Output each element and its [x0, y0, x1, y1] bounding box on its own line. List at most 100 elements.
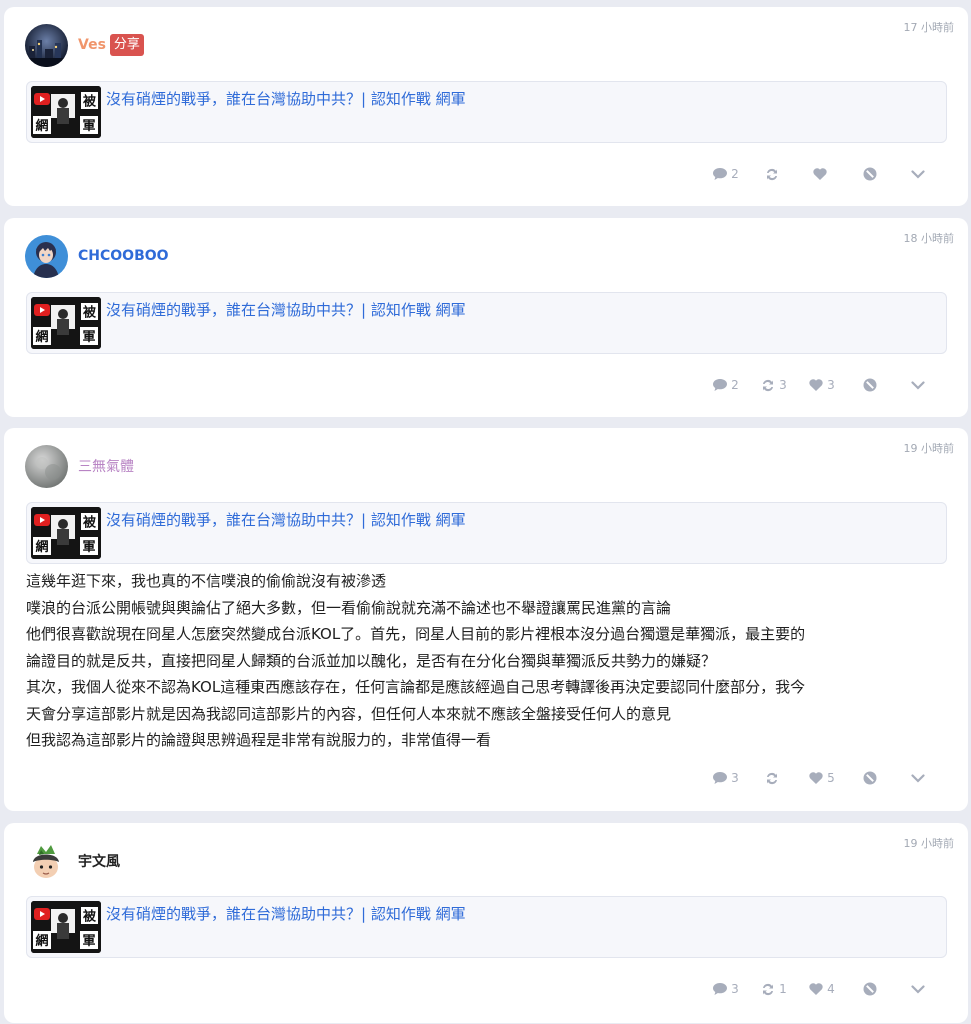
thumb-char-right: 軍 — [82, 934, 95, 949]
comment-button[interactable]: 2 — [702, 164, 750, 184]
post-text-line: 天會分享這部影片就是因為我認同這部影片的內容，但任何人本來就不應該全盤接受任何人… — [26, 704, 672, 723]
author-name[interactable]: 三無氣體 — [78, 456, 134, 476]
repost-button[interactable]: 1 — [750, 979, 798, 999]
mute-button[interactable] — [846, 768, 894, 788]
thumb-char-right: 軍 — [82, 119, 95, 134]
author-name[interactable]: CHCOOBOO — [78, 248, 169, 264]
thumb-char-right: 軍 — [82, 540, 95, 555]
thumb-char-top: 被 — [82, 909, 97, 925]
chevron-down-icon — [911, 984, 925, 994]
post-actions: 3 1 4 — [702, 979, 942, 999]
mute-button[interactable] — [846, 164, 894, 184]
post-text-line: 但我認為這部影片的論證與思辨過程是非常有說服力的，非常值得一看 — [26, 731, 492, 749]
comment-count: 3 — [731, 982, 739, 996]
link-title[interactable]: 沒有硝煙的戰爭，誰在台灣協助中共？| 認知作戰 網軍 — [106, 299, 466, 320]
link-title[interactable]: 沒有硝煙的戰爭，誰在台灣協助中共？| 認知作戰 網軍 — [106, 903, 466, 924]
avatar[interactable] — [25, 234, 68, 278]
like-button[interactable] — [798, 164, 846, 184]
mute-button[interactable] — [846, 979, 894, 999]
post-text-line: 其次，我個人從來不認為KOL這種東西應該存在，任何言論都是應該經過自己思考轉譯後… — [26, 678, 806, 696]
repost-count: 1 — [779, 982, 787, 996]
comment-icon — [713, 168, 728, 180]
avatar[interactable] — [25, 444, 68, 488]
comment-count: 3 — [731, 771, 739, 785]
link-title[interactable]: 沒有硝煙的戰爭，誰在台灣協助中共？| 認知作戰 網軍 — [106, 509, 466, 530]
thumb-char-right: 軍 — [82, 330, 95, 345]
share-badge: 分享 — [109, 34, 144, 56]
link-title[interactable]: 沒有硝煙的戰爭，誰在台灣協助中共？| 認知作戰 網軍 — [106, 88, 466, 109]
post-header: 宇文風 — [25, 839, 120, 883]
video-thumbnail[interactable]: 被 網 軍 — [31, 901, 101, 953]
author-name[interactable]: Ves — [78, 37, 106, 53]
more-button[interactable] — [894, 164, 942, 184]
post-text-line: 這幾年逛下來，我也真的不信噗浪的偷偷說沒有被滲透 — [26, 572, 387, 590]
link-preview[interactable]: 被 網 軍 沒有硝煙的戰爭，誰在台灣協助中共？| 認知作戰 網軍 — [26, 292, 947, 354]
video-thumbnail[interactable]: 被 網 軍 — [31, 507, 101, 559]
post-actions: 3 5 — [702, 768, 942, 788]
repost-icon — [767, 772, 777, 784]
avatar[interactable] — [25, 839, 68, 883]
post-body: 這幾年逛下來，我也真的不信噗浪的偷偷說沒有被滲透 噗浪的台派公開帳號與輿論佔了絕… — [26, 568, 946, 754]
link-preview[interactable]: 被 網 軍 沒有硝煙的戰爭，誰在台灣協助中共？| 認知作戰 網軍 — [26, 81, 947, 143]
repost-button[interactable] — [750, 164, 798, 184]
repost-icon — [763, 983, 774, 995]
comment-count: 2 — [731, 167, 739, 181]
comment-button[interactable]: 3 — [702, 979, 750, 999]
post-card: 17 小時前 Ves 分享 被 網 軍 沒有硝煙的戰爭，誰在台灣協助中共？| 認… — [4, 7, 968, 206]
post-text-line: 他們很喜歡說現在冏星人怎麼突然變成台派KOL了。首先，冏星人目前的影片裡根本沒分… — [26, 625, 806, 643]
post-header: 三無氣體 — [25, 444, 134, 488]
post-card: 18 小時前 CHCOOBOO 被 網 軍 沒有硝煙的戰爭，誰在台灣協助中共？|… — [4, 218, 968, 417]
more-button[interactable] — [894, 375, 942, 395]
comment-button[interactable]: 3 — [702, 768, 750, 788]
thumb-char-top: 被 — [82, 515, 97, 531]
video-thumbnail[interactable]: 被 網 軍 — [31, 86, 101, 138]
heart-icon — [809, 379, 823, 391]
post-card: 19 小時前 宇文風 被 網 軍 沒有硝煙的戰爭，誰在台灣協助中共？| 認知作戰… — [4, 823, 968, 1023]
like-button[interactable]: 5 — [798, 768, 846, 788]
post-actions: 2 — [702, 164, 942, 184]
link-preview[interactable]: 被 網 軍 沒有硝煙的戰爭，誰在台灣協助中共？| 認知作戰 網軍 — [26, 896, 947, 958]
link-preview[interactable]: 被 網 軍 沒有硝煙的戰爭，誰在台灣協助中共？| 認知作戰 網軍 — [26, 502, 947, 564]
mute-button[interactable] — [846, 375, 894, 395]
like-count: 4 — [827, 982, 835, 996]
post-card: 19 小時前 三無氣體 被 網 軍 沒有硝煙的戰爭，誰在台灣協助中共？| 認知作… — [4, 428, 968, 811]
mute-icon — [863, 167, 877, 181]
thumb-char-left: 網 — [35, 329, 48, 345]
repost-icon — [767, 168, 777, 180]
thumb-char-top: 被 — [82, 305, 97, 321]
plurk-feed: 17 小時前 Ves 分享 被 網 軍 沒有硝煙的戰爭，誰在台灣協助中共？| 認… — [0, 0, 971, 1024]
more-button[interactable] — [894, 979, 942, 999]
comment-icon — [713, 379, 728, 391]
repost-icon — [763, 379, 774, 391]
post-time: 17 小時前 — [903, 21, 955, 34]
repost-button[interactable] — [750, 768, 798, 788]
repost-button[interactable]: 3 — [750, 375, 798, 395]
post-time: 19 小時前 — [903, 442, 955, 455]
heart-icon — [813, 168, 827, 180]
post-header: Ves 分享 — [25, 23, 144, 67]
like-button[interactable]: 3 — [798, 375, 846, 395]
chevron-down-icon — [911, 773, 925, 783]
mute-icon — [863, 378, 877, 392]
chevron-down-icon — [911, 380, 925, 390]
post-actions: 2 3 3 — [702, 375, 942, 395]
chevron-down-icon — [911, 169, 925, 179]
post-text-line: 噗浪的台派公開帳號與輿論佔了絕大多數，但一看偷偷說就充滿不論述也不舉證讓罵民進黨… — [26, 598, 672, 617]
mute-icon — [863, 771, 877, 785]
avatar[interactable] — [25, 23, 68, 67]
thumb-char-top: 被 — [82, 94, 97, 110]
comment-button[interactable]: 2 — [702, 375, 750, 395]
author-name[interactable]: 宇文風 — [78, 851, 120, 871]
post-text-line: 論證目的就是反共，直接把冏星人歸類的台派並加以醜化，是否有在分化台獨與華獨派反共… — [26, 651, 717, 670]
like-count: 3 — [827, 378, 835, 392]
mute-icon — [863, 982, 877, 996]
repost-count: 3 — [779, 378, 787, 392]
video-thumbnail[interactable]: 被 網 軍 — [31, 297, 101, 349]
like-button[interactable]: 4 — [798, 979, 846, 999]
heart-icon — [809, 772, 823, 784]
thumb-char-left: 網 — [35, 118, 48, 134]
more-button[interactable] — [894, 768, 942, 788]
comment-count: 2 — [731, 378, 739, 392]
thumb-char-left: 網 — [35, 539, 48, 555]
comment-icon — [713, 983, 728, 995]
